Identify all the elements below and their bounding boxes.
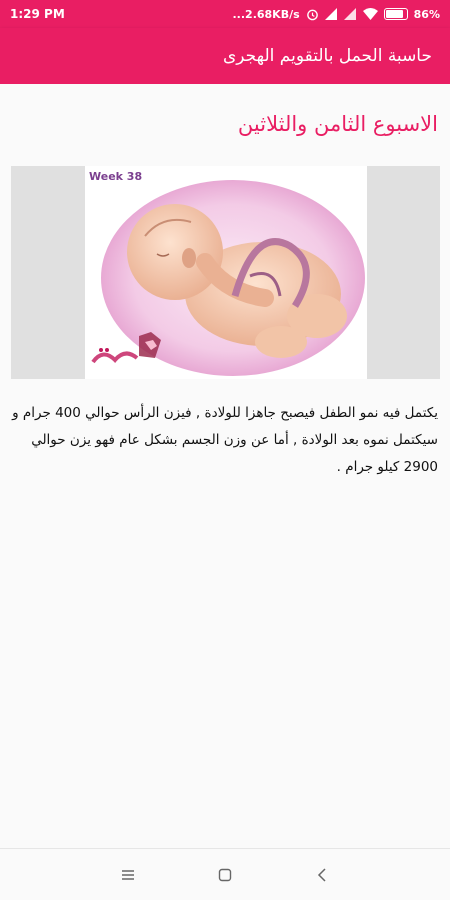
main-content[interactable]: الاسبوع الثامن والثلاثين Week 38 يكتمل ف… [0,84,450,848]
menu-icon [122,869,135,880]
battery-percent: 86% [413,7,440,21]
back-icon [317,867,326,882]
week-label: Week 38 [89,170,143,183]
status-bar: 1:29 PM ...2.68KB/s 86% [0,0,450,28]
week-title: الاسبوع الثامن والثلاثين [237,112,438,136]
battery-fill [385,10,403,18]
app-bar: حاسبة الحمل بالتقويم الهجرى [0,28,450,84]
wifi-icon [362,8,378,20]
battery-icon [383,8,408,20]
home-icon [218,868,232,881]
watermark-logo-icon [91,332,161,364]
status-indicators: ...2.68KB/s 86% [233,8,441,21]
signal-icon [343,8,357,20]
home-button[interactable] [205,855,245,895]
week-description: يكتمل فيه نمو الطفل فيصبح جاهزا للولادة … [12,405,438,475]
signal-icon [324,8,338,20]
fetus-illustration: Week 38 [85,166,367,379]
system-nav-bar [0,848,450,900]
network-speed: ...2.68KB/s [232,7,300,21]
alarm-icon [306,8,319,21]
status-time: 1:29 PM [10,7,65,21]
brand-watermark [87,326,177,379]
back-button[interactable] [302,855,342,895]
menu-button[interactable] [108,855,148,895]
app-title: حاسبة الحمل بالتقويم الهجرى [222,46,432,66]
week-image-frame: Week 38 [11,166,440,379]
